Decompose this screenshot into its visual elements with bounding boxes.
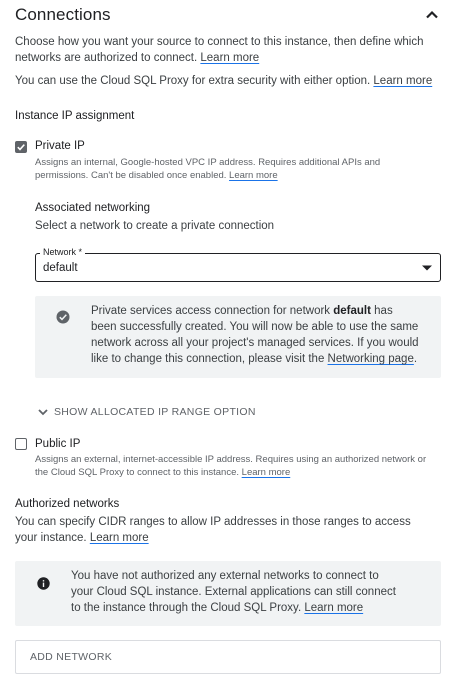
chevron-up-icon xyxy=(426,10,438,19)
collapse-button[interactable] xyxy=(423,6,441,24)
authorized-networks-notice: You have not authorized any external net… xyxy=(15,561,441,626)
authorized-notice-learn-more-link[interactable]: Learn more xyxy=(304,602,363,614)
public-ip-checkbox[interactable] xyxy=(15,438,27,450)
associated-networking-heading: Associated networking xyxy=(35,202,151,214)
public-ip-description: Assigns an external, internet-accessible… xyxy=(35,454,427,478)
notice-network-name: default xyxy=(333,305,371,317)
chevron-down-icon xyxy=(38,409,48,416)
public-ip-label: Public IP xyxy=(35,438,81,450)
private-services-notice: Private services access connection for n… xyxy=(35,296,441,378)
private-ip-learn-more-link[interactable]: Learn more xyxy=(229,170,278,181)
network-select[interactable]: Network * default xyxy=(35,247,441,282)
intro-learn-more-link[interactable]: Learn more xyxy=(200,52,259,64)
associated-networking-text: Select a network to create a private con… xyxy=(35,220,275,232)
private-ip-description: Assigns an internal, Google-hosted VPC I… xyxy=(35,157,381,181)
show-allocated-ip-range-label: SHOW ALLOCATED IP RANGE OPTION xyxy=(54,406,256,418)
authorized-networks-heading: Authorized networks xyxy=(15,498,120,510)
private-services-notice-text: Private services access connection for n… xyxy=(91,305,419,365)
authorized-notice-text: You have not authorized any external net… xyxy=(71,570,396,614)
network-select-value: default xyxy=(43,262,78,274)
ip-assignment-heading: Instance IP assignment xyxy=(15,110,135,122)
networking-page-link[interactable]: Networking page xyxy=(328,353,414,365)
private-ip-label: Private IP xyxy=(35,140,85,152)
authorized-networks-text: You can specify CIDR ranges to allow IP … xyxy=(15,516,411,544)
public-ip-learn-more-link[interactable]: Learn more xyxy=(242,467,291,478)
section-title: Connections xyxy=(15,5,111,24)
authorized-networks-learn-more-link[interactable]: Learn more xyxy=(90,532,149,544)
intro-text: Choose how you want your source to conne… xyxy=(15,36,424,64)
checkmark-icon xyxy=(17,144,25,151)
proxy-learn-more-link[interactable]: Learn more xyxy=(373,75,432,87)
proxy-text: You can use the Cloud SQL Proxy for extr… xyxy=(15,75,433,87)
add-network-button[interactable]: ADD NETWORK xyxy=(15,640,441,674)
info-icon xyxy=(37,577,50,590)
show-allocated-ip-range-toggle[interactable]: SHOW ALLOCATED IP RANGE OPTION xyxy=(37,406,256,418)
dropdown-arrow-icon xyxy=(422,265,432,271)
network-select-label: Network * xyxy=(40,247,86,257)
add-network-label: ADD NETWORK xyxy=(30,651,113,663)
check-circle-icon xyxy=(56,310,70,324)
private-ip-checkbox[interactable] xyxy=(15,141,27,153)
